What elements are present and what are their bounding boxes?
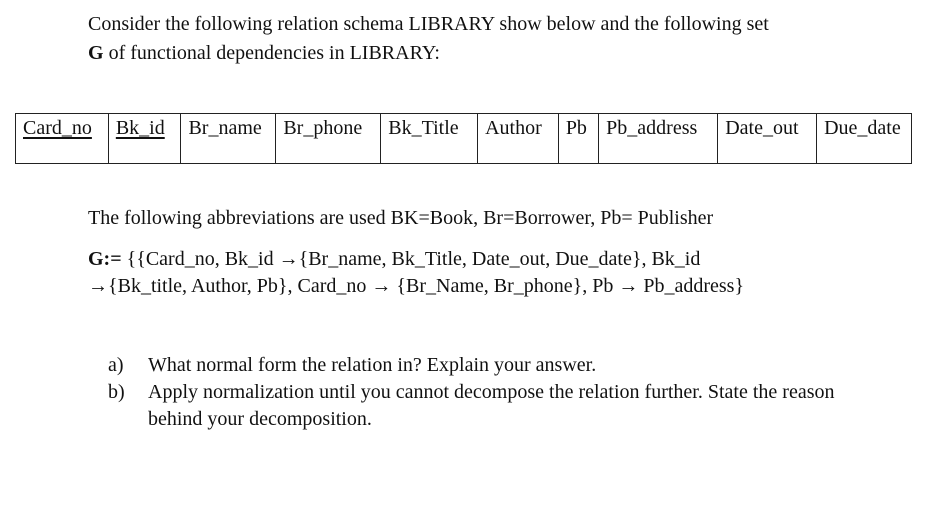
question-marker: a) <box>108 354 124 376</box>
question-marker: b) <box>108 381 125 403</box>
attr-label: Card_no <box>23 117 92 139</box>
attr-label: Bk_Title <box>388 117 459 139</box>
attr-bk-title: Bk_Title <box>380 113 479 164</box>
abbreviations-text: The following abbreviations are used BK=… <box>88 207 714 229</box>
attr-br-phone: Br_phone <box>275 113 382 164</box>
library-schema-table: Card_no Bk_id Br_name Br_phone Bk_Title … <box>15 113 912 164</box>
attr-due-date: Due_date <box>816 113 912 164</box>
attr-pb-address: Pb_address <box>598 113 719 164</box>
intro-line-1: Consider the following relation schema L… <box>88 13 769 35</box>
attr-label: Due_date <box>824 117 901 139</box>
question-b: b) Apply normalization until you cannot … <box>108 379 848 433</box>
attr-label: Pb_address <box>606 117 698 139</box>
question-a: a) What normal form the relation in? Exp… <box>108 352 848 379</box>
attr-pb: Pb <box>557 113 600 164</box>
attr-label: Bk_id <box>115 117 165 139</box>
attr-author: Author <box>477 113 559 164</box>
fd-line-2: →{Bk_title, Author, Pb}, Card_no → {Br_N… <box>88 275 745 297</box>
attr-card-no: Card_no <box>15 113 109 164</box>
attr-label: Date_out <box>725 117 799 139</box>
question-text: Apply normalization until you cannot dec… <box>148 381 835 430</box>
intro-text: Consider the following relation schema L… <box>88 10 769 68</box>
fd-line-1: {{Card_no, Bk_id →{Br_name, Bk_Title, Da… <box>121 248 701 270</box>
fd-set-name: G <box>88 42 104 64</box>
schema-row: Card_no Bk_id Br_name Br_phone Bk_Title … <box>15 113 912 164</box>
attr-date-out: Date_out <box>717 113 818 164</box>
attr-label: Br_name <box>188 117 262 139</box>
attr-br-name: Br_name <box>180 113 277 164</box>
intro-line-2: of functional dependencies in LIBRARY: <box>103 42 440 64</box>
attr-label: Pb <box>565 117 587 139</box>
attr-label: Br_phone <box>283 117 363 139</box>
question-text: What normal form the relation in? Explai… <box>148 354 597 376</box>
fd-label: G:= <box>88 248 122 270</box>
functional-dependencies: G:= {{Card_no, Bk_id →{Br_name, Bk_Title… <box>88 246 744 300</box>
questions-list: a) What normal form the relation in? Exp… <box>108 352 848 433</box>
attr-label: Author <box>485 117 542 139</box>
attr-bk-id: Bk_id <box>107 113 182 164</box>
